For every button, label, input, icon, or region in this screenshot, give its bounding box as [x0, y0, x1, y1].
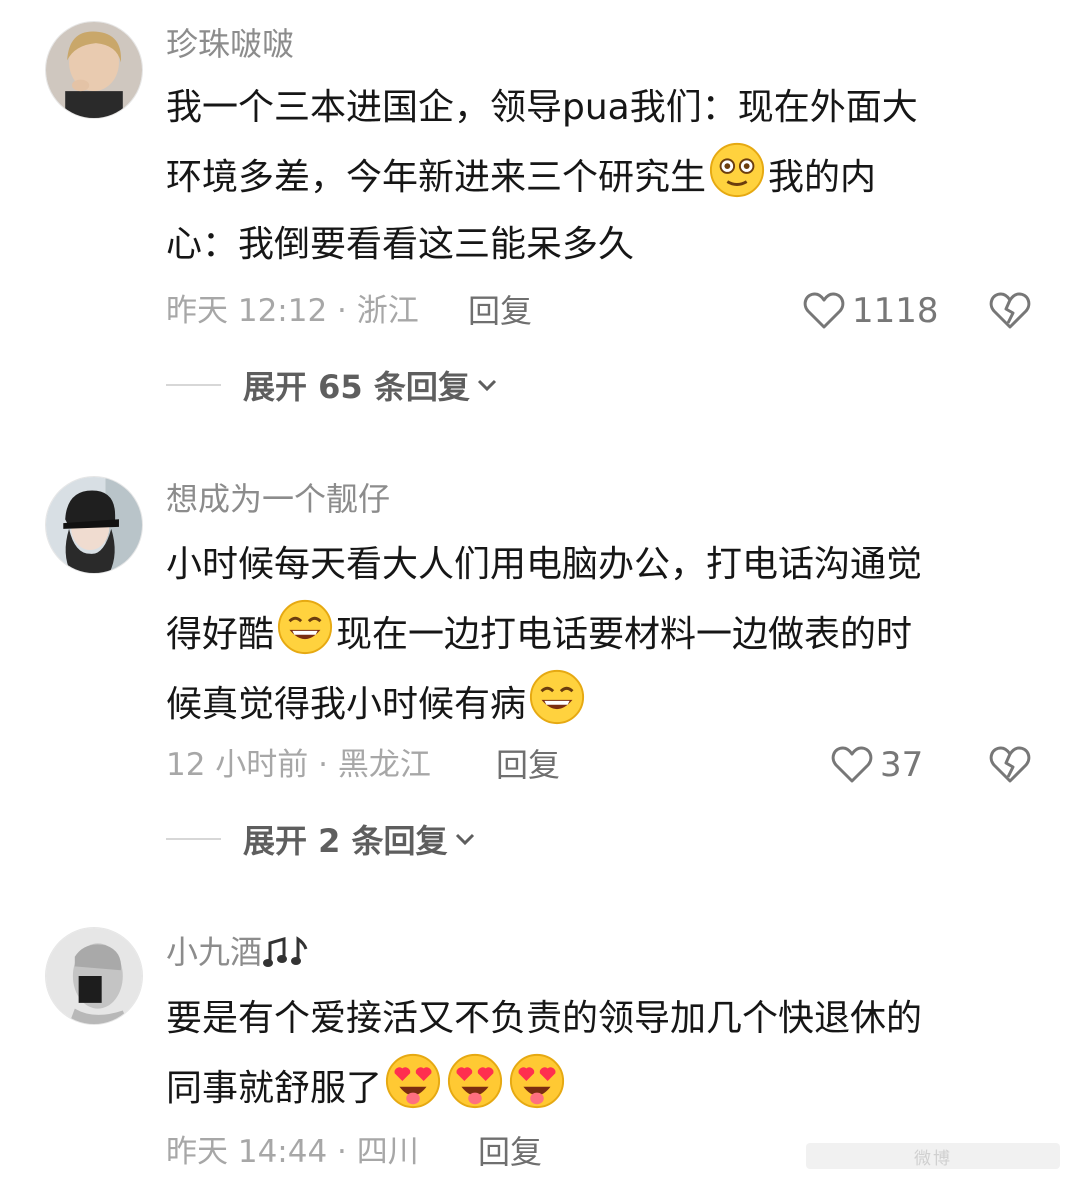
- comment-text-segment: 得好酷: [166, 614, 275, 655]
- broken-heart-icon: [989, 746, 1031, 783]
- comment-text-line: 同事就舒服了: [166, 1052, 1036, 1122]
- avatar[interactable]: [45, 21, 143, 119]
- avatar[interactable]: [45, 927, 143, 1025]
- reply-button[interactable]: 回复: [496, 745, 560, 785]
- comment-text-segment: 环境多差，今年新进来三个研究生: [166, 157, 707, 198]
- avatar[interactable]: [45, 476, 143, 574]
- comment-text-line: 小时候每天看大人们用电脑办公，打电话沟通觉: [166, 544, 923, 585]
- divider-line: [166, 838, 221, 840]
- expand-replies-label: 展开 2 条回复: [243, 822, 448, 860]
- comment-text-segment: 候真觉得我小时候有病: [166, 684, 527, 725]
- comment-meta: 昨天 14:44 · 四川: [166, 1134, 419, 1170]
- expand-replies-label: 展开 65 条回复: [243, 368, 470, 406]
- grinning-face-emoji: [276, 598, 334, 656]
- comment-text-line: 心：我倒要看看这三能呆多久: [166, 224, 635, 265]
- username[interactable]: 珍珠啵啵: [166, 24, 294, 64]
- like-button[interactable]: 37: [830, 743, 923, 787]
- comment-text-line: 得好酷 现在一边打电话要材料一边做表的时: [166, 598, 1036, 668]
- username-label: 小九酒: [166, 933, 263, 971]
- chevron-down-icon: [455, 833, 474, 846]
- comment-text-segment: 同事就舒服了: [166, 1068, 383, 1109]
- dislike-button[interactable]: [988, 745, 1032, 785]
- grinning-face-emoji: [528, 668, 586, 726]
- like-count: 37: [880, 745, 924, 785]
- comment-text: 我一个三本进国企，领导pua我们：现在外面大 环境多差，今年新进来三个研究生 我的…: [166, 74, 1036, 278]
- watermark: 微博: [806, 1143, 1060, 1169]
- like-count: 1118: [852, 291, 939, 331]
- comment-text-segment: 我的内: [768, 157, 877, 198]
- dislike-button[interactable]: [988, 291, 1032, 331]
- music-notes-icon: [263, 936, 308, 967]
- expand-replies-button[interactable]: 展开 2 条回复: [166, 819, 476, 860]
- heart-eyes-tongue-emoji: [384, 1052, 442, 1110]
- heart-icon: [803, 292, 845, 329]
- comment-meta: 昨天 12:12 · 浙江: [166, 293, 419, 329]
- expand-replies-button[interactable]: 展开 65 条回复: [166, 365, 498, 406]
- reply-button[interactable]: 回复: [468, 291, 532, 331]
- heart-eyes-tongue-emoji: [508, 1052, 566, 1110]
- heart-eyes-tongue-emoji: [446, 1052, 504, 1110]
- heart-icon: [831, 746, 873, 783]
- comment-text-line: 我一个三本进国企，领导pua我们：现在外面大: [166, 87, 918, 128]
- chevron-down-icon: [477, 379, 496, 392]
- like-button[interactable]: 1118: [802, 289, 939, 333]
- comment-text-line: 候真觉得我小时候有病: [166, 668, 1036, 738]
- comment-text: 小时候每天看大人们用电脑办公，打电话沟通觉 得好酷 现在一边打电话要材料一边做表的…: [166, 531, 1036, 738]
- reply-button[interactable]: 回复: [478, 1132, 542, 1172]
- comment-meta: 12 小时前 · 黑龙江: [166, 747, 431, 783]
- broken-heart-icon: [989, 292, 1031, 329]
- username[interactable]: 想成为一个靓仔: [166, 479, 390, 519]
- watermark-label: 微博: [914, 1148, 952, 1169]
- username[interactable]: 小九酒: [166, 932, 310, 972]
- comment-text-line: 要是有个爱接活又不负责的领导加几个快退休的: [166, 998, 923, 1039]
- comment-text-line: 环境多差，今年新进来三个研究生 我的内: [166, 141, 1036, 211]
- comment-text: 要是有个爱接活又不负责的领导加几个快退休的 同事就舒服了: [166, 985, 1036, 1122]
- divider-line: [166, 384, 221, 386]
- comment-text-segment: 现在一边打电话要材料一边做表的时: [336, 614, 913, 655]
- dazed-face-emoji: [708, 141, 766, 199]
